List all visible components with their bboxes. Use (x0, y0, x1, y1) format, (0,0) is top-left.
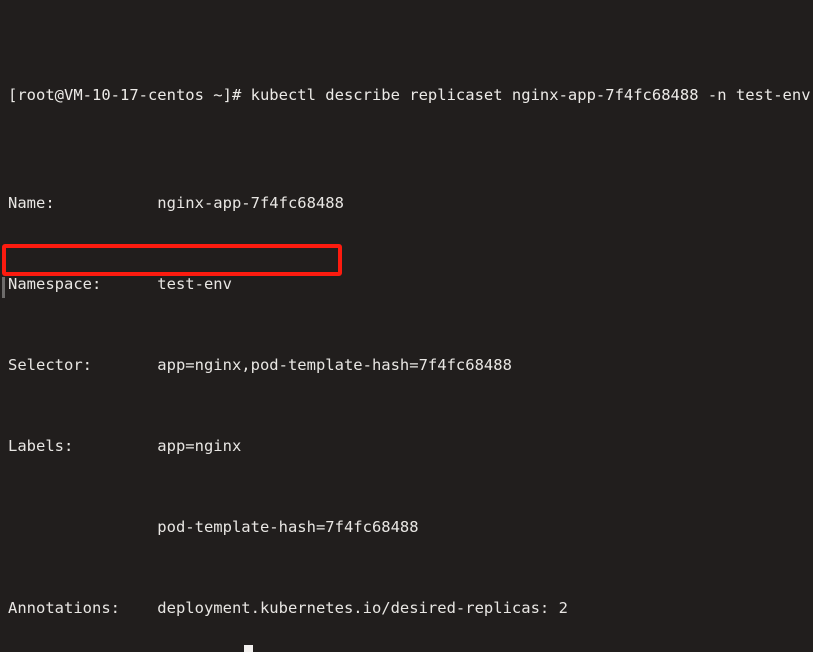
terminal-window[interactable]: [root@VM-10-17-centos ~]# kubectl descri… (0, 0, 813, 652)
output-line-selector: Selector: app=nginx,pod-template-hash=7f… (8, 356, 512, 374)
output-line-name: Name: nginx-app-7f4fc68488 (8, 194, 344, 212)
terminal-output: [root@VM-10-17-centos ~]# kubectl descri… (8, 1, 811, 652)
output-line-labels: Labels: app=nginx (8, 437, 242, 455)
output-line-labels-hash: pod-template-hash=7f4fc68488 (8, 518, 419, 536)
scrollbar-marker[interactable] (2, 277, 5, 298)
terminal-cursor (244, 645, 253, 652)
output-line-namespace: Namespace: test-env (8, 275, 232, 293)
command-prompt-line: [root@VM-10-17-centos ~]# kubectl descri… (8, 86, 811, 104)
output-line-annotations: Annotations: deployment.kubernetes.io/de… (8, 599, 568, 617)
